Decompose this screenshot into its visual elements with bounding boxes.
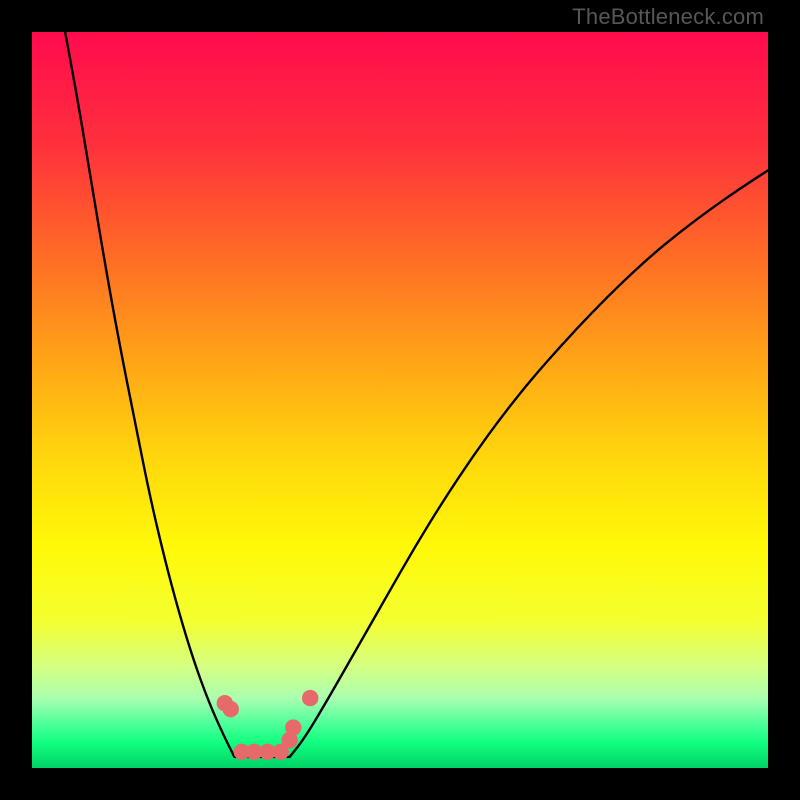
gradient-background [32, 32, 768, 768]
bottleneck-chart [32, 32, 768, 768]
watermark-text: TheBottleneck.com [572, 4, 764, 30]
data-marker [285, 719, 301, 735]
data-marker [223, 701, 239, 717]
chart-area [32, 32, 768, 768]
data-marker [302, 690, 318, 706]
